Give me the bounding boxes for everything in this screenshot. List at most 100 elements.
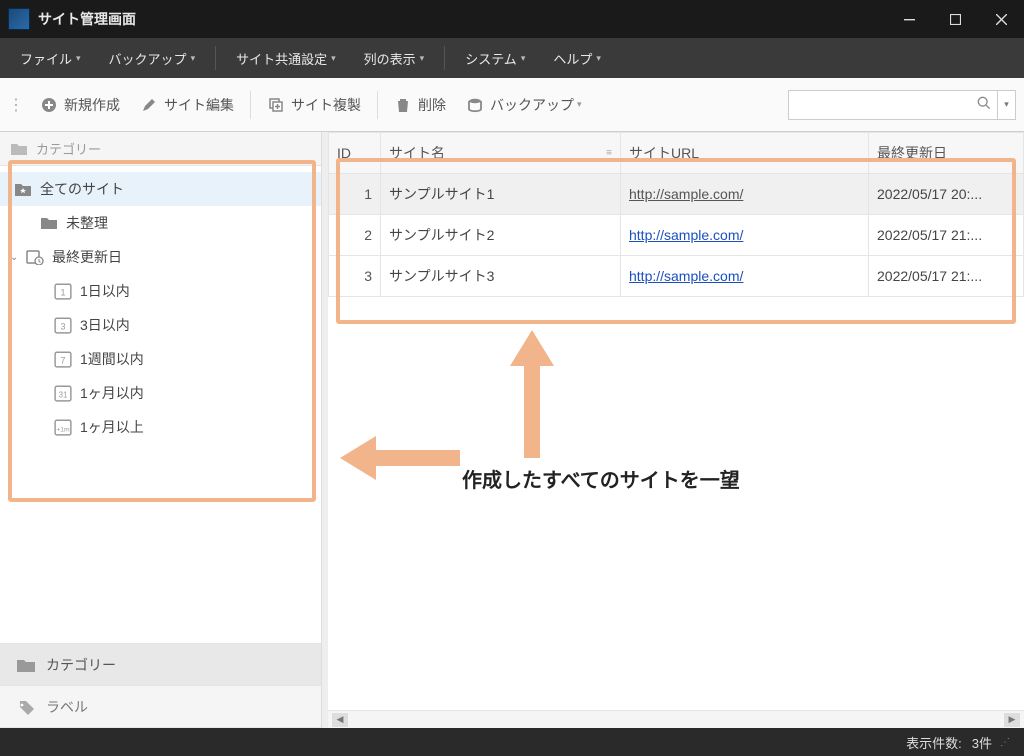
- cell-updated: 2022/05/17 21:...: [869, 256, 1024, 297]
- cell-updated: 2022/05/17 21:...: [869, 215, 1024, 256]
- pencil-icon: [140, 96, 158, 114]
- status-count-label: 表示件数:: [906, 733, 962, 752]
- folder-icon: [16, 657, 36, 673]
- folder-icon: [40, 215, 58, 231]
- minimize-button[interactable]: [886, 0, 932, 38]
- cell-url: http://sample.com/: [621, 256, 869, 297]
- cell-id: 3: [329, 256, 381, 297]
- maximize-button[interactable]: [932, 0, 978, 38]
- calendar-3-icon: 3: [54, 317, 72, 333]
- menu-help[interactable]: ヘルプ▾: [539, 38, 615, 78]
- sidebar-header: カテゴリー: [0, 132, 321, 166]
- trash-icon: [394, 96, 412, 114]
- tree-all-sites[interactable]: 全てのサイト: [0, 172, 321, 206]
- table-row[interactable]: 2 サンプルサイト2 http://sample.com/ 2022/05/17…: [329, 215, 1024, 256]
- toolbar-handle[interactable]: ⋮: [8, 95, 30, 115]
- col-url[interactable]: サイトURL: [621, 133, 869, 174]
- tab-label[interactable]: ラベル: [0, 686, 321, 728]
- tree-within-1w[interactable]: 7 1週間以内: [0, 342, 321, 376]
- tree-label: 3日以内: [80, 315, 130, 335]
- calendar-plus-icon: +1m: [54, 419, 72, 435]
- toolbar-label: サイト編集: [164, 95, 234, 115]
- table-header-row: ID サイト名≡ サイトURL 最終更新日: [329, 133, 1024, 174]
- tree-within-3d[interactable]: 3 3日以内: [0, 308, 321, 342]
- tag-icon: [16, 699, 36, 715]
- col-updated[interactable]: 最終更新日: [869, 133, 1024, 174]
- tab-label: カテゴリー: [46, 655, 116, 675]
- window-title: サイト管理画面: [38, 9, 136, 29]
- calendar-7-icon: 7: [54, 351, 72, 367]
- tree-over-1m[interactable]: +1m 1ヶ月以上: [0, 410, 321, 444]
- toolbar-label: 新規作成: [64, 95, 120, 115]
- tree-last-updated[interactable]: ⌄ 最終更新日: [0, 240, 321, 274]
- database-icon: [466, 96, 484, 114]
- backup-button[interactable]: バックアップ▾: [456, 89, 592, 121]
- sidebar: カテゴリー 全てのサイト 未整理 ⌄ 最終更新日: [0, 132, 322, 728]
- toolbar-separator: [377, 91, 378, 119]
- svg-text:31: 31: [59, 391, 68, 400]
- toolbar-label: バックアップ: [490, 95, 574, 115]
- tree-label: 1ヶ月以内: [80, 383, 144, 403]
- col-id[interactable]: ID: [329, 133, 381, 174]
- sort-indicator-icon: ≡: [606, 148, 612, 159]
- duplicate-site-button[interactable]: サイト複製: [257, 89, 371, 121]
- delete-button[interactable]: 削除: [384, 89, 456, 121]
- tree-label: 全てのサイト: [40, 179, 124, 199]
- search-field[interactable]: [795, 97, 973, 112]
- resize-grip-icon[interactable]: ⋰: [1000, 737, 1010, 748]
- site-url-link[interactable]: http://sample.com/: [629, 268, 743, 284]
- table-row[interactable]: 1 サンプルサイト1 http://sample.com/ 2022/05/17…: [329, 174, 1024, 215]
- category-tree: 全てのサイト 未整理 ⌄ 最終更新日 1 1日以内 3 3日: [0, 166, 321, 643]
- titlebar: サイト管理画面: [0, 0, 1024, 38]
- cell-id: 1: [329, 174, 381, 215]
- close-button[interactable]: [978, 0, 1024, 38]
- menu-file[interactable]: ファイル▾: [6, 38, 95, 78]
- site-url-link[interactable]: http://sample.com/: [629, 227, 743, 243]
- table-row[interactable]: 3 サンプルサイト3 http://sample.com/ 2022/05/17…: [329, 256, 1024, 297]
- sidebar-tabs: カテゴリー ラベル: [0, 643, 321, 728]
- tree-label: 1週間以内: [80, 349, 144, 369]
- toolbar-separator: [250, 91, 251, 119]
- site-table: ID サイト名≡ サイトURL 最終更新日 1 サンプルサイト1 http://…: [328, 132, 1024, 297]
- menu-separator: [215, 46, 216, 70]
- menu-columns[interactable]: 列の表示▾: [350, 38, 439, 78]
- cell-id: 2: [329, 215, 381, 256]
- new-site-button[interactable]: 新規作成: [30, 89, 130, 121]
- site-table-panel: ID サイト名≡ サイトURL 最終更新日 1 サンプルサイト1 http://…: [328, 132, 1024, 728]
- search-icon[interactable]: [973, 96, 991, 113]
- tree-label: 最終更新日: [52, 247, 122, 267]
- svg-text:7: 7: [60, 356, 65, 366]
- search-dropdown[interactable]: ▾: [998, 90, 1016, 120]
- menu-site-common[interactable]: サイト共通設定▾: [222, 38, 350, 78]
- calendar-31-icon: 31: [54, 385, 72, 401]
- toolbar-label: 削除: [418, 95, 446, 115]
- tree-unsorted[interactable]: 未整理: [0, 206, 321, 240]
- svg-text:3: 3: [60, 322, 65, 332]
- tree-label: 1ヶ月以上: [80, 417, 144, 437]
- edit-site-button[interactable]: サイト編集: [130, 89, 244, 121]
- toolbar-label: サイト複製: [291, 95, 361, 115]
- col-name[interactable]: サイト名≡: [381, 133, 621, 174]
- search-input[interactable]: [788, 90, 998, 120]
- calendar-clock-icon: [26, 249, 44, 265]
- status-count-value: 3件: [972, 733, 992, 752]
- cell-url: http://sample.com/: [621, 215, 869, 256]
- cell-name: サンプルサイト3: [381, 256, 621, 297]
- calendar-1-icon: 1: [54, 283, 72, 299]
- site-url-link[interactable]: http://sample.com/: [629, 186, 743, 202]
- collapse-icon[interactable]: ⌄: [10, 252, 22, 263]
- tab-category[interactable]: カテゴリー: [0, 644, 321, 686]
- scroll-right-button[interactable]: ▶: [1004, 713, 1020, 727]
- scroll-left-button[interactable]: ◀: [332, 713, 348, 727]
- cell-name: サンプルサイト1: [381, 174, 621, 215]
- tree-label: 未整理: [66, 213, 108, 233]
- menu-system[interactable]: システム▾: [451, 38, 539, 78]
- svg-text:1: 1: [60, 288, 65, 298]
- menu-backup[interactable]: バックアップ▾: [95, 38, 210, 78]
- sidebar-header-label: カテゴリー: [36, 139, 101, 158]
- tree-within-1d[interactable]: 1 1日以内: [0, 274, 321, 308]
- cell-name: サンプルサイト2: [381, 215, 621, 256]
- tree-within-1m[interactable]: 31 1ヶ月以内: [0, 376, 321, 410]
- cell-updated: 2022/05/17 20:...: [869, 174, 1024, 215]
- horizontal-scrollbar[interactable]: ◀ ▶: [328, 710, 1024, 728]
